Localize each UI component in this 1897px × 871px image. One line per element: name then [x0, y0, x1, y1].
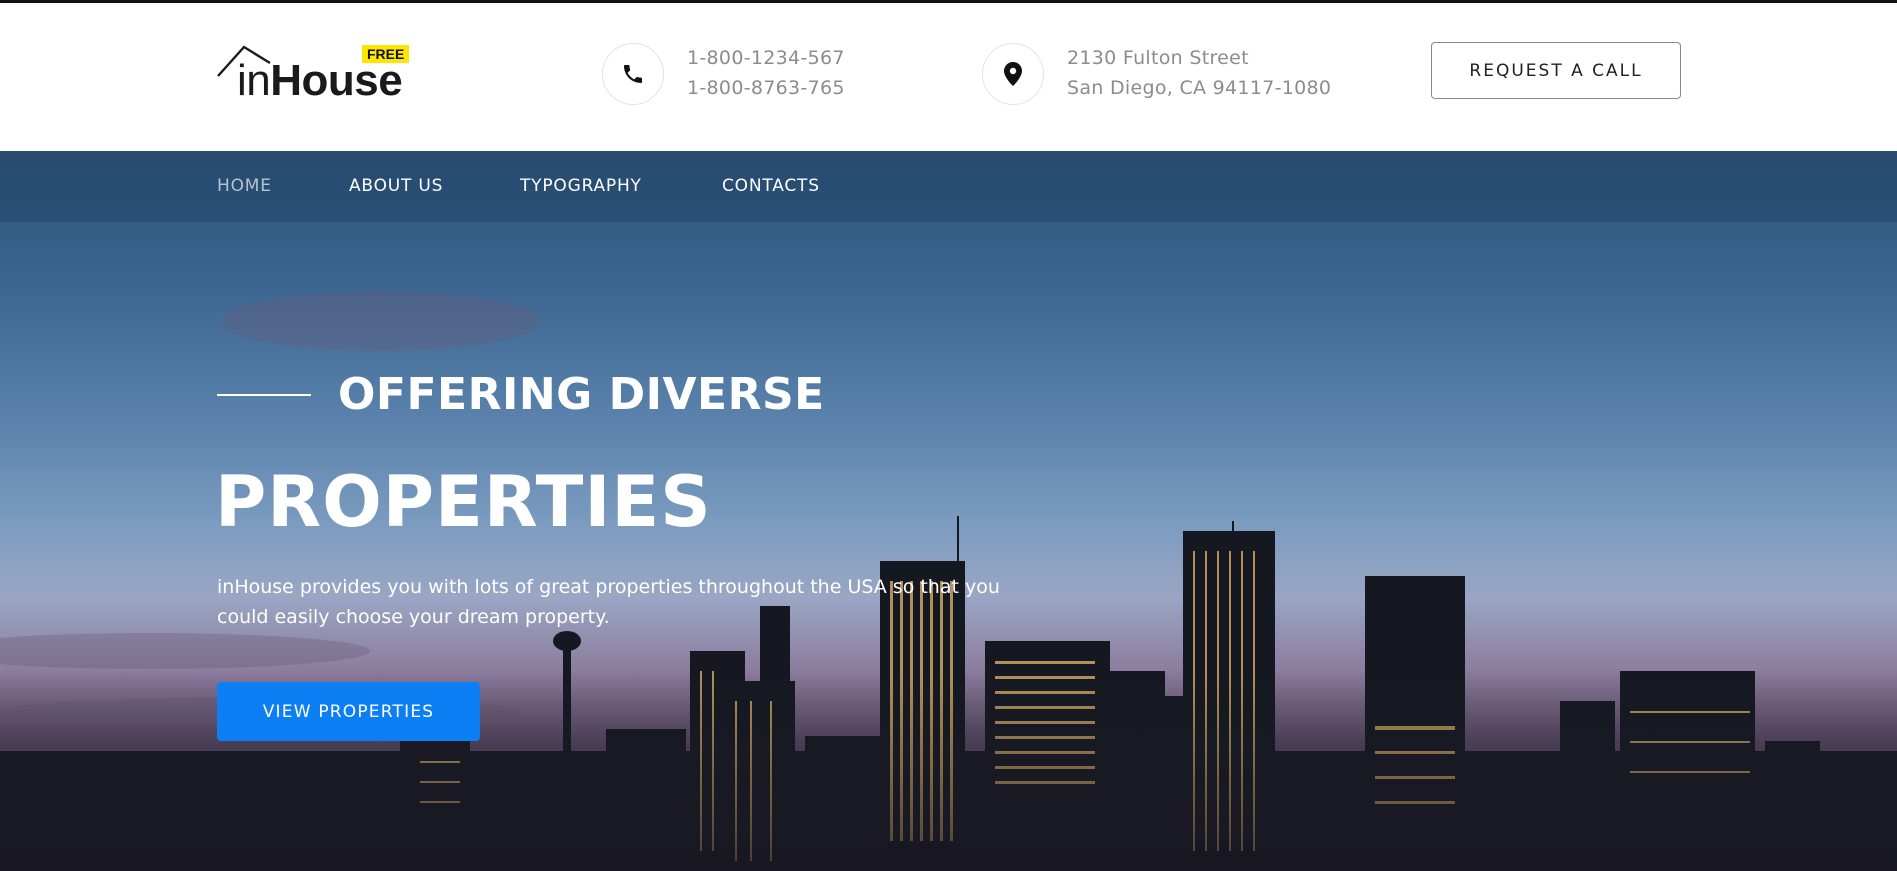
phone-contact: 1-800-1234-567 1-800-8763-765 [602, 41, 862, 105]
hero-kicker: OFFERING DIVERSE [338, 369, 825, 420]
nav-item-contacts[interactable]: CONTACTS [722, 151, 820, 222]
hero-title: PROPERTIES [215, 461, 712, 543]
address-contact: 2130 Fulton Street San Diego, CA 94117-1… [982, 41, 1342, 105]
nav-item-about-us[interactable]: ABOUT US [349, 151, 443, 222]
free-badge: FREE [362, 45, 410, 63]
phone-numbers: 1-800-1234-567 1-800-8763-765 [687, 43, 845, 103]
nav-item-home[interactable]: HOME [217, 151, 272, 222]
hero-description: inHouse provides you with lots of great … [217, 576, 1000, 628]
address-line-2: San Diego, CA 94117-1080 [1067, 77, 1332, 99]
phone-icon [602, 43, 664, 105]
logo-light: in [237, 56, 271, 105]
main-nav: HOME ABOUT US TYPOGRAPHY CONTACTS [0, 151, 1897, 222]
logo-bold: House [270, 56, 403, 105]
logo[interactable]: inHouse FREE [217, 41, 417, 107]
request-call-button[interactable]: REQUEST A CALL [1431, 42, 1681, 99]
phone-number-2[interactable]: 1-800-8763-765 [687, 73, 845, 103]
map-pin-icon [982, 43, 1044, 105]
site-header: inHouse FREE 1-800-1234-567 1-800-8763-7… [0, 3, 1897, 151]
address-lines: 2130 Fulton Street San Diego, CA 94117-1… [1067, 43, 1331, 103]
view-properties-button[interactable]: VIEW PROPERTIES [217, 682, 480, 741]
hero-section: HOME ABOUT US TYPOGRAPHY CONTACTS OFFERI… [0, 151, 1897, 871]
logo-wordmark: inHouse [237, 56, 403, 105]
kicker-divider [217, 394, 311, 396]
address-line-1: 2130 Fulton Street [1067, 47, 1249, 69]
phone-number-1[interactable]: 1-800-1234-567 [687, 43, 845, 73]
nav-item-typography[interactable]: TYPOGRAPHY [520, 151, 642, 222]
